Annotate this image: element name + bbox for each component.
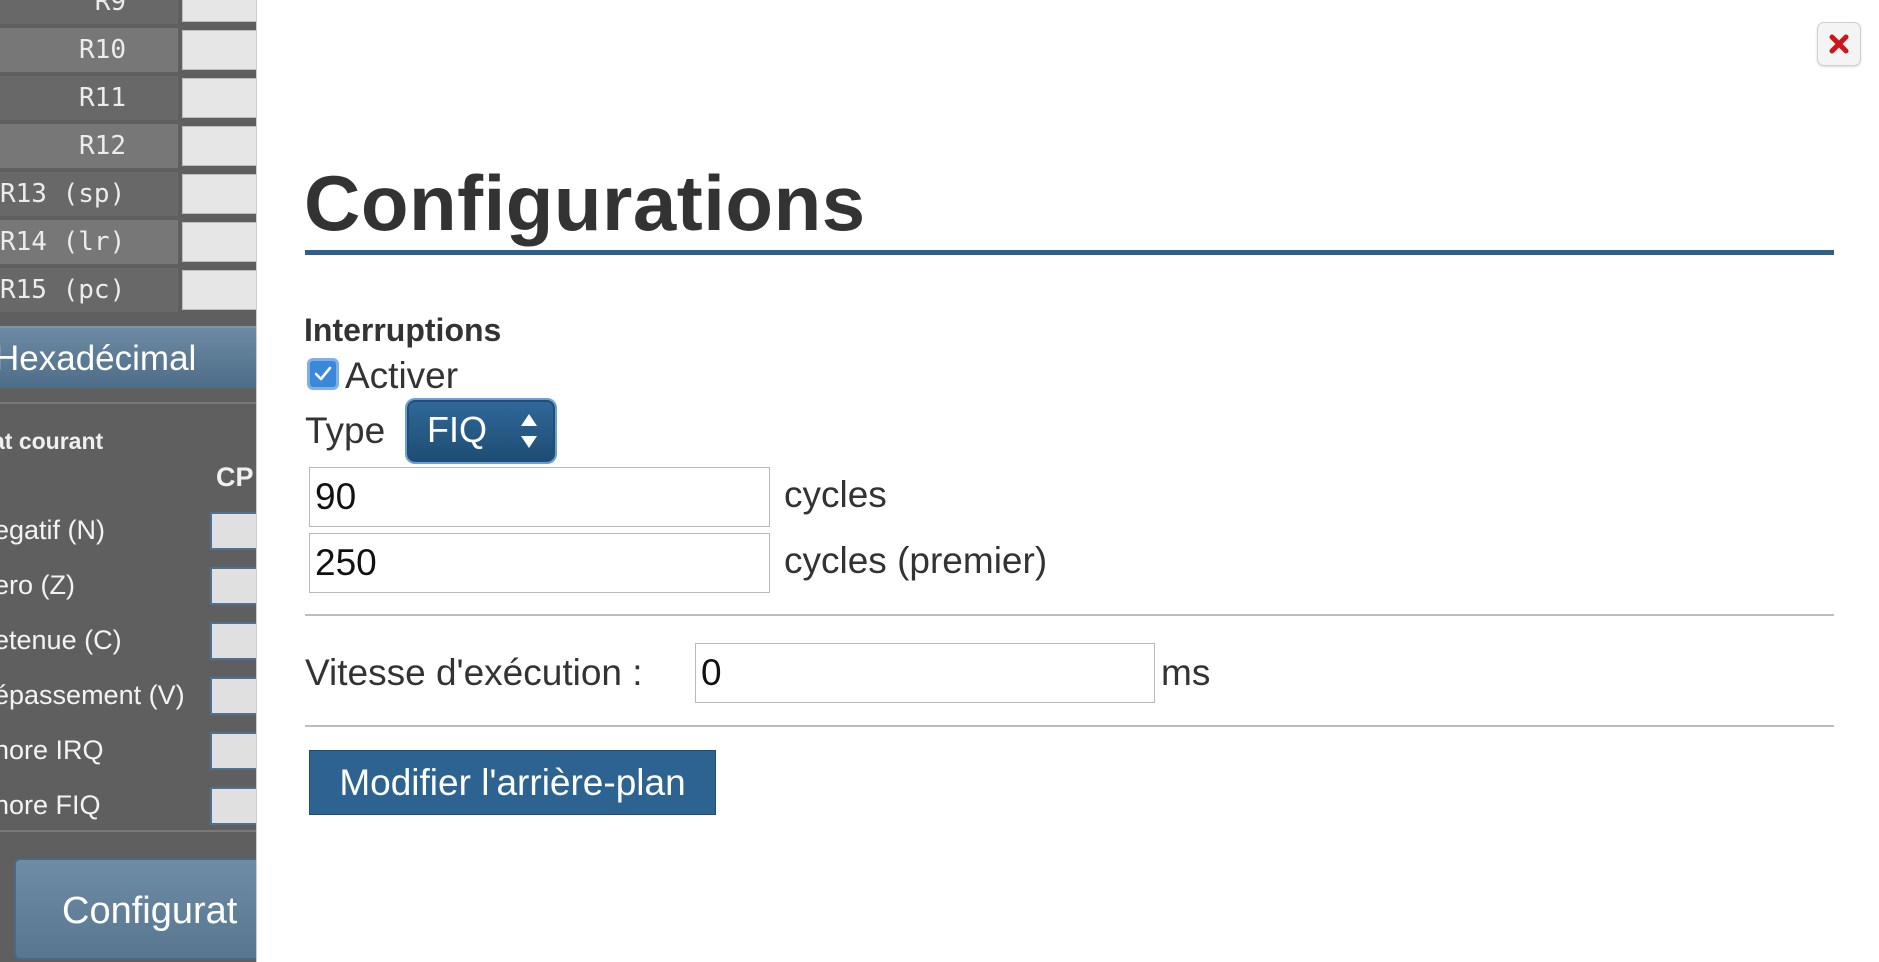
configuration-button[interactable]: Configurat <box>14 858 256 960</box>
register-value-field[interactable] <box>182 222 256 262</box>
close-icon <box>1829 34 1849 54</box>
divider <box>0 402 256 404</box>
flag-label: nore IRQ <box>0 735 104 765</box>
divider <box>305 725 1834 727</box>
flag-row: nore FIQ <box>0 783 256 827</box>
flag-row: ero (Z) <box>0 563 256 607</box>
interruptions-heading: Interruptions <box>304 312 502 348</box>
register-label: R11 <box>0 76 178 120</box>
interrupt-cycles-input[interactable] <box>309 467 770 527</box>
page-title: Configurations <box>304 159 866 247</box>
state-heading: at courant <box>0 428 104 454</box>
first-interrupt-cycles-unit: cycles (premier) <box>784 540 1048 581</box>
register-row: R15 (pc) <box>0 268 256 312</box>
close-button[interactable] <box>1817 22 1861 66</box>
enable-interrupts-checkbox[interactable] <box>307 358 339 390</box>
register-value-field[interactable] <box>182 174 256 214</box>
register-label: R15 (pc) <box>0 268 178 312</box>
flag-value-field[interactable] <box>210 622 256 660</box>
register-value-field[interactable] <box>182 78 256 118</box>
flag-value-field[interactable] <box>210 512 256 550</box>
interrupt-cycles-unit: cycles <box>784 474 887 515</box>
register-label: R9 <box>0 0 178 24</box>
flag-label: nore FIQ <box>0 790 101 820</box>
register-row: R9 <box>0 0 256 24</box>
enable-interrupts-label: Activer <box>345 355 459 396</box>
configuration-modal: Configurations Interruptions Activer Typ… <box>256 0 1879 962</box>
flag-row: egatif (N) <box>0 508 256 552</box>
execution-speed-unit: ms <box>1161 652 1211 693</box>
register-value-field[interactable] <box>182 0 256 22</box>
flag-label: ero (Z) <box>0 570 75 600</box>
divider <box>305 614 1834 616</box>
flag-label: etenue (C) <box>0 625 122 655</box>
divider <box>0 830 256 832</box>
select-arrows-icon <box>521 414 537 448</box>
title-underline <box>305 250 1834 255</box>
flag-value-field[interactable] <box>210 677 256 715</box>
cpsr-column-header: CP <box>216 462 254 492</box>
flag-row: nore IRQ <box>0 728 256 772</box>
checkmark-icon <box>314 366 332 381</box>
execution-speed-input[interactable] <box>695 643 1155 703</box>
flag-row: épassement (V) <box>0 673 256 717</box>
register-label: R14 (lr) <box>0 220 178 264</box>
register-row: R12 <box>0 124 256 168</box>
register-label: R10 <box>0 28 178 72</box>
flag-value-field[interactable] <box>210 567 256 605</box>
flag-value-field[interactable] <box>210 787 256 825</box>
register-row: R13 (sp) <box>0 172 256 216</box>
register-row: R11 <box>0 76 256 120</box>
first-interrupt-cycles-input[interactable] <box>309 533 770 593</box>
interrupt-type-label: Type <box>305 410 386 451</box>
register-label: R12 <box>0 124 178 168</box>
interrupt-type-select[interactable]: FIQ <box>407 400 555 462</box>
execution-speed-label: Vitesse d'exécution : <box>305 652 643 693</box>
register-label: R13 (sp) <box>0 172 178 216</box>
flag-label: épassement (V) <box>0 680 185 710</box>
register-value-field[interactable] <box>182 30 256 70</box>
register-value-field[interactable] <box>182 126 256 166</box>
flag-row: etenue (C) <box>0 618 256 662</box>
change-background-button[interactable]: Modifier l'arrière-plan <box>309 750 716 815</box>
interrupt-type-value: FIQ <box>427 409 487 450</box>
register-row: R10 <box>0 28 256 72</box>
register-value-field[interactable] <box>182 270 256 310</box>
flag-value-field[interactable] <box>210 732 256 770</box>
simulator-background-panel: R9 R10 R11 R12 R13 (sp) R14 (lr) R15 (pc) Hexa… <box>0 0 256 962</box>
hexadecimal-toggle-button[interactable]: Hexadécimal <box>0 326 256 388</box>
register-row: R14 (lr) <box>0 220 256 264</box>
flag-label: egatif (N) <box>0 515 106 545</box>
